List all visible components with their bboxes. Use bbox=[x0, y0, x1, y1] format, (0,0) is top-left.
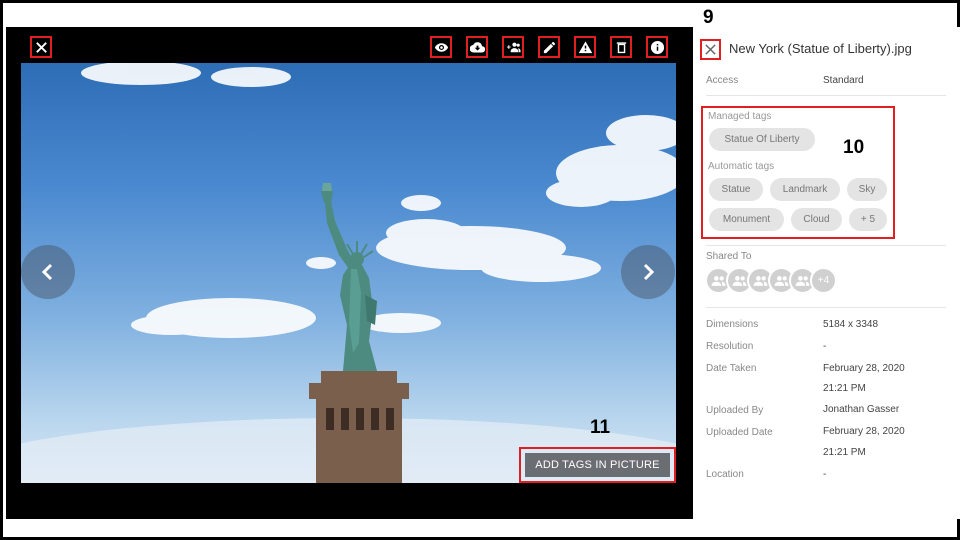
location-label: Location bbox=[706, 469, 744, 480]
close-icon bbox=[35, 41, 47, 53]
divider bbox=[706, 95, 946, 96]
close-icon bbox=[705, 44, 716, 55]
access-label: Access bbox=[706, 75, 739, 86]
info-button[interactable] bbox=[646, 36, 668, 58]
chevron-left-icon bbox=[41, 263, 53, 281]
date-taken-label: Date Taken bbox=[706, 363, 757, 374]
uploaded-by-label: Uploaded By bbox=[706, 405, 764, 416]
edit-icon bbox=[543, 41, 555, 53]
location-value: - bbox=[823, 469, 827, 480]
edit-button[interactable] bbox=[538, 36, 560, 58]
tags-section: Managed tags Statue Of Liberty Automatic… bbox=[701, 106, 895, 239]
screenshot-frame: 1 2 3 4 5 6 7 8 bbox=[0, 0, 960, 540]
more-tags-button[interactable]: + 5 bbox=[849, 208, 887, 231]
group-icon bbox=[753, 276, 768, 286]
resolution-label: Resolution bbox=[706, 341, 754, 352]
uploaded-date-date: February 28, 2020 bbox=[823, 426, 905, 437]
view-button[interactable] bbox=[430, 36, 452, 58]
group-icon bbox=[795, 276, 810, 286]
uploaded-by-value: Jonathan Gasser bbox=[823, 404, 900, 415]
delete-icon bbox=[616, 41, 626, 53]
image-viewer: 1 2 3 4 5 6 7 8 bbox=[6, 27, 693, 519]
more-shared-avatar[interactable]: +4 bbox=[810, 267, 837, 294]
automatic-tags-label: Automatic tags bbox=[708, 161, 775, 172]
info-icon bbox=[650, 40, 664, 54]
group-icon bbox=[732, 276, 747, 286]
shared-to-label: Shared To bbox=[706, 251, 752, 262]
cloud-download-icon bbox=[469, 41, 485, 52]
report-button[interactable] bbox=[574, 36, 596, 58]
callout-10: 10 bbox=[843, 137, 865, 158]
automatic-tag[interactable]: Cloud bbox=[791, 208, 842, 231]
chevron-right-icon bbox=[643, 263, 655, 281]
uploaded-date-time: 21:21 PM bbox=[823, 447, 866, 458]
previous-image-button[interactable] bbox=[21, 245, 75, 299]
automatic-tag[interactable]: Statue bbox=[709, 178, 763, 201]
shared-more-count: +4 bbox=[817, 275, 830, 286]
dimensions-label: Dimensions bbox=[706, 319, 759, 330]
statue-of-liberty-photo bbox=[21, 63, 676, 483]
access-value: Standard bbox=[823, 75, 864, 86]
photo-illustration bbox=[21, 63, 676, 483]
view-icon bbox=[434, 42, 448, 52]
add-people-icon bbox=[506, 42, 521, 52]
date-taken-date: February 28, 2020 bbox=[823, 363, 905, 374]
add-tags-button[interactable]: ADD TAGS IN PICTURE bbox=[525, 453, 670, 477]
callout-11: 11 bbox=[590, 417, 611, 438]
group-icon bbox=[711, 276, 726, 286]
download-button[interactable] bbox=[466, 36, 488, 58]
next-image-button[interactable] bbox=[621, 245, 675, 299]
managed-tag[interactable]: Statue Of Liberty bbox=[709, 128, 815, 151]
uploaded-date-label: Uploaded Date bbox=[706, 427, 773, 438]
resolution-value: - bbox=[823, 341, 827, 352]
group-icon bbox=[774, 276, 789, 286]
date-taken-time: 21:21 PM bbox=[823, 383, 866, 394]
callout-9: 9 bbox=[703, 7, 714, 28]
automatic-tag[interactable]: Monument bbox=[709, 208, 784, 231]
divider bbox=[706, 307, 946, 308]
info-panel: 9 New York (Statue of Liberty).jpg Acces… bbox=[698, 7, 960, 519]
share-button[interactable] bbox=[502, 36, 524, 58]
dimensions-value: 5184 x 3348 bbox=[823, 319, 879, 330]
file-title: New York (Statue of Liberty).jpg bbox=[729, 41, 912, 56]
add-tags-highlight: ADD TAGS IN PICTURE bbox=[519, 447, 676, 483]
close-button[interactable] bbox=[30, 36, 52, 58]
warning-icon bbox=[578, 40, 592, 53]
automatic-tag[interactable]: Sky bbox=[847, 178, 887, 201]
panel-close-button[interactable] bbox=[700, 39, 721, 60]
viewer-toolbar bbox=[6, 27, 693, 63]
delete-button[interactable] bbox=[610, 36, 632, 58]
divider bbox=[706, 245, 946, 246]
managed-tags-label: Managed tags bbox=[708, 111, 772, 122]
automatic-tag[interactable]: Landmark bbox=[770, 178, 840, 201]
